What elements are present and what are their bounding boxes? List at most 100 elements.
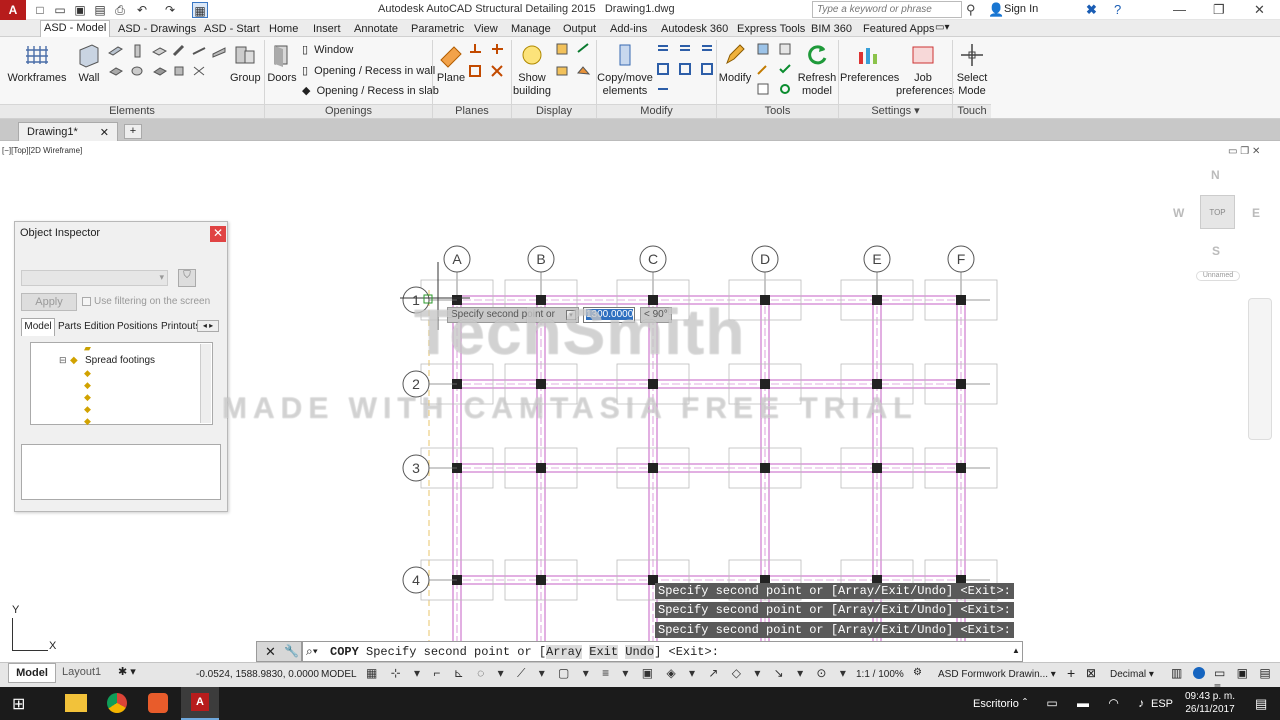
windows-start-icon[interactable]: ⊞ (12, 694, 25, 714)
clock[interactable]: 09:43 p. m. 26/11/2017 (1180, 690, 1240, 716)
display-layers-icon[interactable] (555, 64, 570, 78)
distance-input[interactable]: 1300.0000 (583, 307, 635, 323)
new-tab-icon[interactable]: + (124, 124, 142, 139)
close-tab-icon[interactable]: ✕ (100, 126, 109, 139)
refresh-model-button[interactable]: Refresh model (797, 42, 837, 98)
user-icon[interactable]: 👤 (988, 2, 1004, 18)
maximize-icon[interactable]: ❐ (1213, 2, 1225, 18)
plane-select-icon[interactable] (468, 64, 483, 78)
mirror-icon[interactable] (678, 42, 693, 56)
coordinates-readout[interactable]: -0.0524, 1588.9830, 0.0000 (196, 669, 319, 680)
workframes-button[interactable]: Workframes (6, 42, 68, 85)
display-settings-icon[interactable] (555, 42, 570, 56)
option-undo[interactable]: Undo (625, 645, 655, 659)
edit-icon[interactable] (756, 62, 771, 76)
properties-icon[interactable] (756, 42, 771, 56)
close-command-icon[interactable]: ✕ (265, 644, 276, 660)
tab-asd-drawings[interactable]: ASD - Drawings (115, 22, 199, 36)
plot-icon[interactable]: ⎙ (112, 2, 128, 18)
link-icon[interactable] (778, 82, 793, 96)
binoculars-icon[interactable]: ⚲ (966, 2, 976, 18)
beam-icon[interactable] (108, 44, 123, 58)
viewcube-south[interactable]: S (1212, 244, 1220, 258)
annotation-scale[interactable]: 1:1 / 100% (856, 669, 904, 680)
tab-insert[interactable]: Insert (310, 22, 344, 36)
autocad-taskbar-button[interactable]: A (181, 687, 219, 720)
column-icon[interactable] (130, 44, 145, 58)
plane-up-icon[interactable] (468, 42, 483, 56)
select-mode-button[interactable]: Select Mode (953, 42, 991, 98)
tree-node-spread-footings[interactable]: Spread footings (85, 355, 155, 366)
tab-add-ins[interactable]: Add-ins (607, 22, 650, 36)
tab-asd-start[interactable]: ASD - Start (201, 22, 263, 36)
modify-button[interactable]: Modify (717, 42, 753, 85)
close-icon[interactable]: ✕ (210, 226, 226, 242)
wall-button[interactable]: Wall (72, 42, 106, 85)
tree-collapse-icon[interactable]: ⊟ (59, 355, 67, 366)
option-array[interactable]: Array (546, 645, 583, 659)
footing-icon[interactable] (108, 64, 123, 78)
stretch-icon[interactable] (656, 62, 671, 76)
tab-annotate[interactable]: Annotate (351, 22, 401, 36)
cut-icon[interactable] (192, 64, 207, 78)
language-indicator[interactable]: ESP (1151, 698, 1173, 710)
system-tray-icons[interactable]: ˆ ▭ ▬ ◠ ♪ (1023, 696, 1152, 710)
tab-model[interactable]: Model (21, 318, 55, 336)
tab-parametric[interactable]: Parametric (408, 22, 467, 36)
redo-icon[interactable]: ↷ (162, 2, 178, 18)
rotate-icon[interactable] (700, 42, 715, 56)
pipe-icon[interactable] (172, 44, 187, 58)
plane-move-icon[interactable] (490, 42, 505, 56)
tab-bim-360[interactable]: BIM 360 (808, 22, 855, 36)
gear-icon[interactable]: ⚙ (913, 667, 922, 678)
undo-icon[interactable]: ↶ (134, 2, 150, 18)
close-icon[interactable]: ✕ (1254, 2, 1265, 18)
plane-button[interactable]: Plane (434, 42, 468, 85)
viewcube-north[interactable]: N (1211, 168, 1220, 182)
list-icon[interactable] (778, 42, 793, 56)
ribbon-toggle-icon[interactable]: ▭▾ (935, 22, 949, 33)
tab-featured-apps[interactable]: Featured Apps (860, 22, 938, 36)
split-icon[interactable] (656, 82, 671, 96)
tab-parts-edition[interactable]: Parts Edition (58, 321, 115, 332)
viewport-window-controls[interactable]: ▭ ❐ ✕ (1228, 146, 1260, 157)
exchange-icon[interactable]: ✖ (1086, 2, 1097, 18)
apply-button[interactable]: Apply (21, 293, 77, 311)
ucs-menu[interactable]: Unnamed (1196, 271, 1240, 281)
save-icon[interactable]: ▣ (72, 2, 88, 18)
tree-scrollbar[interactable] (200, 344, 211, 423)
plane-delete-icon[interactable] (490, 64, 505, 78)
inspector-dropdown[interactable]: ▾ (21, 270, 168, 286)
search-input[interactable]: Type a keyword or phrase (812, 1, 962, 18)
job-preferences-button[interactable]: Job preferences (896, 42, 954, 98)
tab-scroll-icon[interactable]: ◂ ▸ (197, 320, 219, 332)
stair-icon[interactable] (192, 44, 207, 58)
isolate-icon[interactable]: ⊠ (1086, 666, 1096, 680)
cylinder-icon[interactable] (130, 64, 145, 78)
viewcube-east[interactable]: E (1252, 206, 1260, 220)
tab-printouts[interactable]: Printouts (161, 321, 198, 332)
block-icon[interactable] (152, 64, 167, 78)
option-exit[interactable]: Exit (589, 645, 619, 659)
filter-icon[interactable]: ⛉ (178, 269, 196, 287)
slab-icon[interactable] (152, 44, 167, 58)
ramp-icon[interactable] (212, 44, 227, 58)
minimize-icon[interactable]: — (1173, 2, 1186, 18)
extend-icon[interactable] (678, 62, 693, 76)
viewcube-top[interactable]: TOP (1200, 195, 1235, 229)
properties-toggle-icon[interactable]: ▥ (1171, 666, 1182, 680)
desktop-toolbar[interactable]: Escritorio (973, 698, 1019, 710)
options-arrow-icon[interactable]: ▾ (566, 310, 576, 320)
show-building-button[interactable]: Show building (512, 42, 552, 98)
angle-input[interactable]: < 90° (640, 307, 672, 323)
opening-wall-button[interactable]: ▯ Opening / Recess in wall (302, 64, 435, 77)
viewcube-west[interactable]: W (1173, 206, 1184, 220)
preferences-button[interactable]: Preferences (840, 42, 899, 85)
chrome-icon[interactable] (107, 693, 127, 713)
opening-slab-button[interactable]: ◆ Opening / Recess in slab (302, 84, 439, 97)
cube-icon[interactable] (172, 64, 187, 78)
table-icon[interactable] (756, 82, 771, 96)
file-explorer-icon[interactable] (65, 694, 87, 712)
sign-in-button[interactable]: Sign In (1004, 3, 1038, 15)
doors-button[interactable]: Doors (266, 42, 298, 85)
